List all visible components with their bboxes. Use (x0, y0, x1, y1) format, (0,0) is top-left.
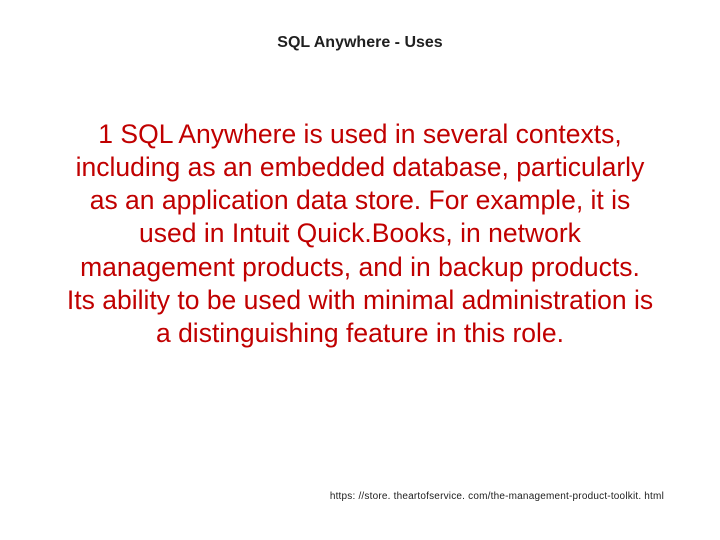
list-counter: 1 (98, 119, 113, 149)
slide: SQL Anywhere - Uses 1 SQL Anywhere is us… (0, 0, 720, 540)
footer-url: https: //store. theartofservice. com/the… (330, 491, 664, 502)
slide-body: 1 SQL Anywhere is used in several contex… (0, 118, 720, 350)
body-text: SQL Anywhere is used in several contexts… (67, 119, 653, 348)
slide-title: SQL Anywhere - Uses (0, 34, 720, 52)
